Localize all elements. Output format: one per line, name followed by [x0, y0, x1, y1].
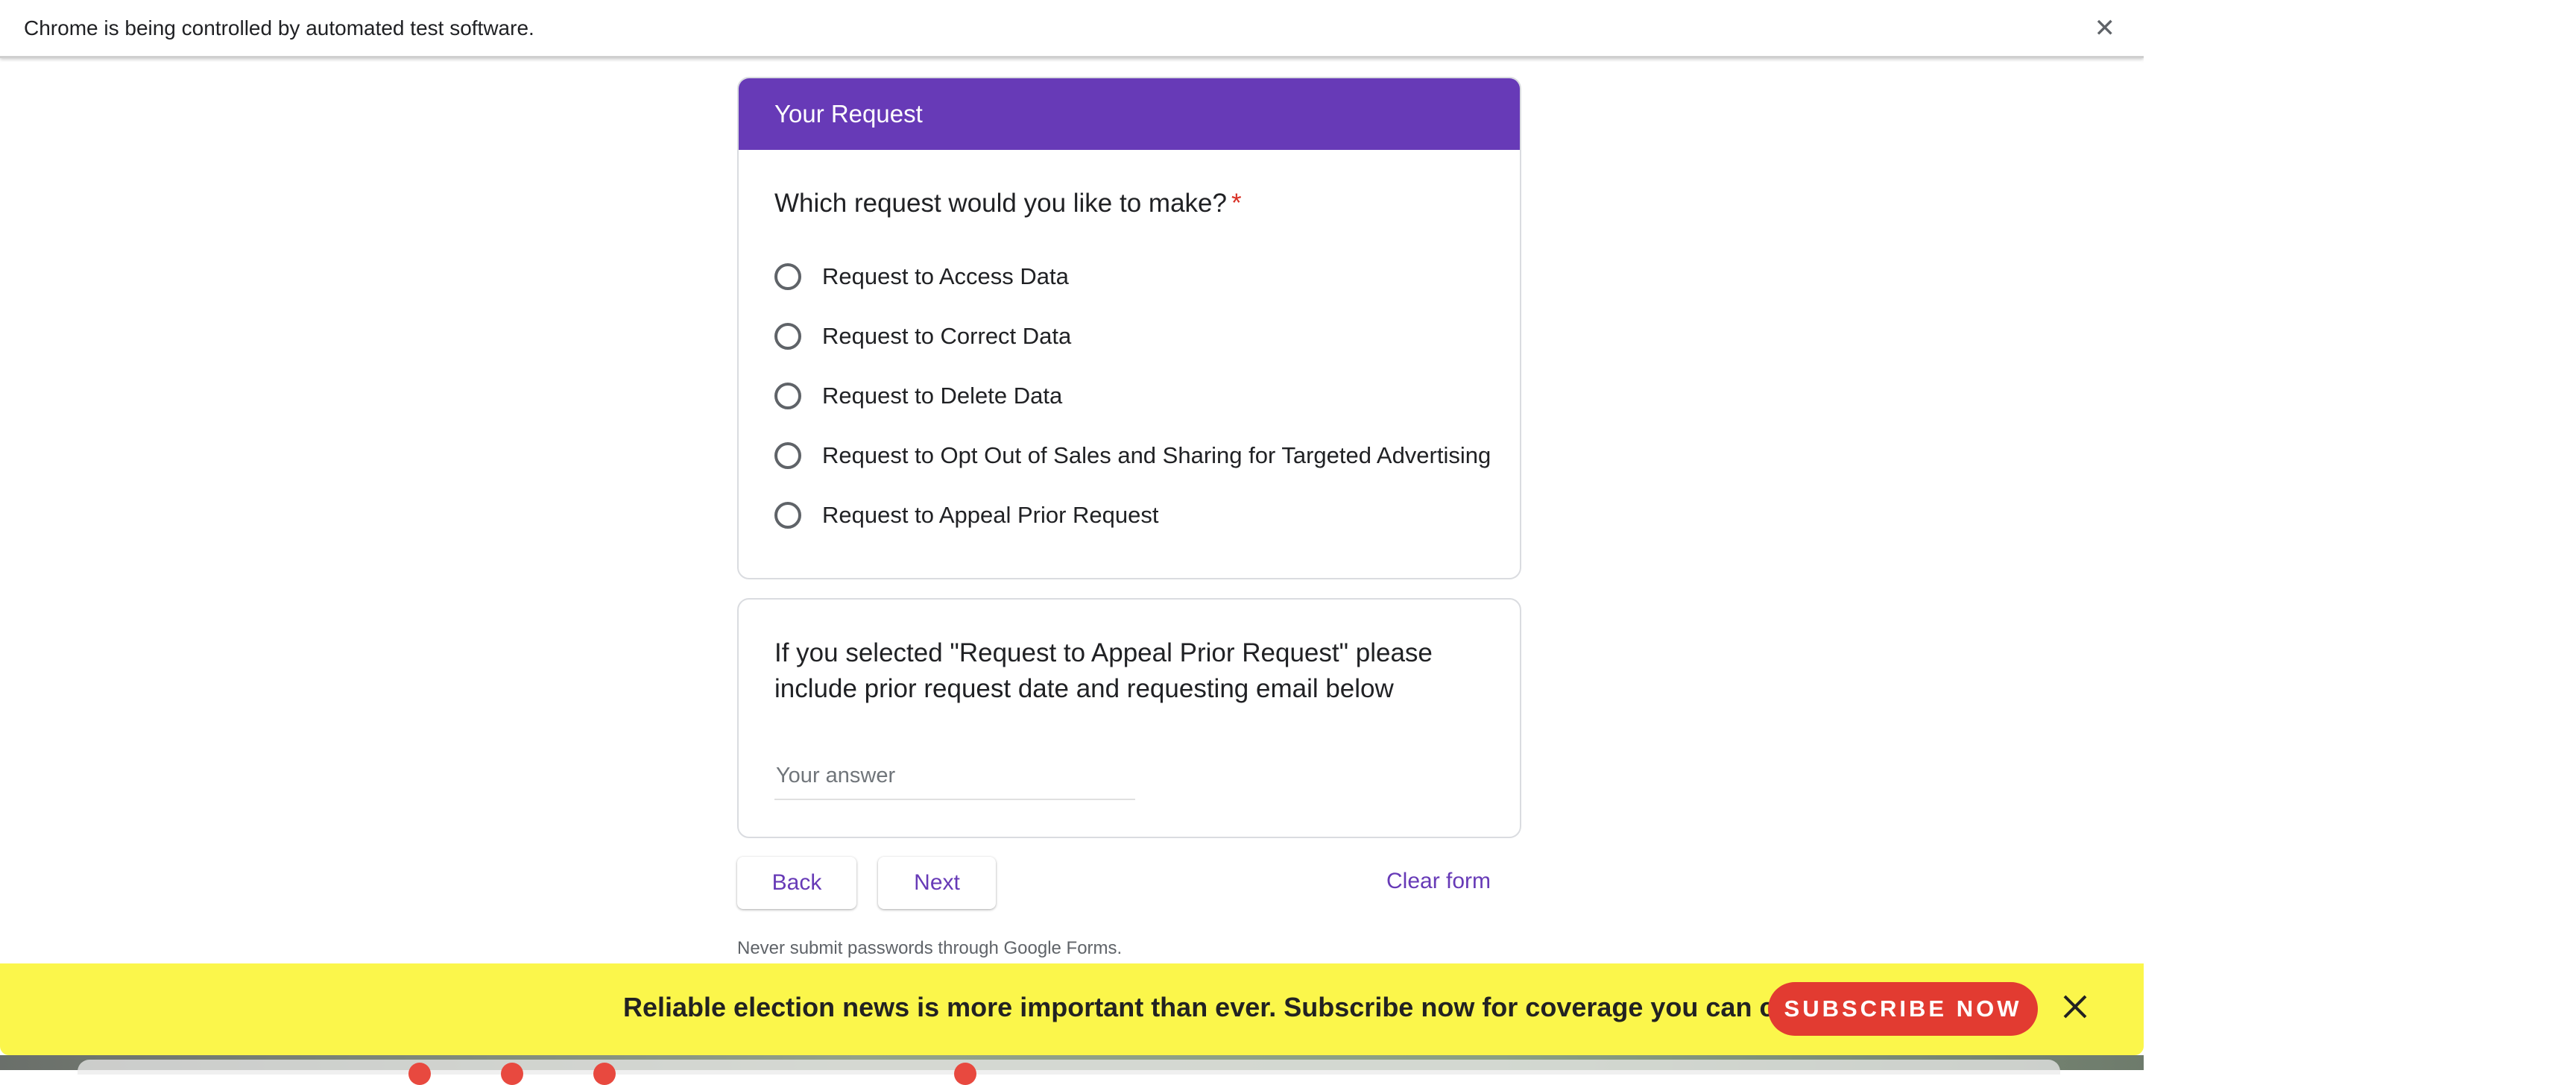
- next-button[interactable]: Next: [878, 857, 996, 909]
- app-icon[interactable]: [408, 1063, 431, 1085]
- option-label: Request to Appeal Prior Request: [822, 502, 1159, 528]
- option-label: Request to Opt Out of Sales and Sharing …: [822, 442, 1491, 468]
- dock: [78, 1060, 2060, 1075]
- required-marker: *: [1231, 189, 1242, 218]
- clear-form-link[interactable]: Clear form: [1386, 869, 1491, 894]
- blank-area: [2144, 0, 2576, 1070]
- appeal-answer-input[interactable]: [774, 752, 1135, 800]
- desktop-dock-strip: [0, 1055, 2144, 1085]
- request-type-card: Your Request Which request would you lik…: [737, 77, 1521, 579]
- radio-button[interactable]: [774, 442, 801, 469]
- automation-message: Chrome is being controlled by automated …: [24, 16, 534, 40]
- close-icon[interactable]: ✕: [2094, 13, 2116, 43]
- radio-button[interactable]: [774, 263, 801, 290]
- option-label: Request to Delete Data: [822, 383, 1063, 409]
- question-text: Which request would you like to make?: [774, 189, 1227, 218]
- option-appeal[interactable]: Request to Appeal Prior Request: [774, 485, 1520, 545]
- option-delete-data[interactable]: Request to Delete Data: [774, 366, 1520, 426]
- radio-group: Request to Access Data Request to Correc…: [774, 247, 1520, 545]
- subscribe-banner: Reliable election news is more important…: [0, 963, 2144, 1055]
- app-icon[interactable]: [954, 1063, 976, 1085]
- radio-button[interactable]: [774, 502, 801, 529]
- app-icon[interactable]: [593, 1063, 616, 1085]
- close-icon[interactable]: [2060, 986, 2090, 1028]
- banner-message: Reliable election news is more important…: [623, 992, 1881, 1022]
- appeal-question-text: If you selected "Request to Appeal Prior…: [774, 638, 1433, 703]
- option-label: Request to Correct Data: [822, 323, 1072, 349]
- option-opt-out[interactable]: Request to Opt Out of Sales and Sharing …: [774, 426, 1520, 485]
- subscribe-button[interactable]: SUBSCRIBE NOW: [1768, 982, 2038, 1036]
- question-title: Which request would you like to make? *: [774, 189, 1520, 218]
- appeal-details-card: If you selected "Request to Appeal Prior…: [737, 598, 1521, 838]
- option-access-data[interactable]: Request to Access Data: [774, 247, 1520, 306]
- automation-infobar: Chrome is being controlled by automated …: [0, 0, 2144, 58]
- option-correct-data[interactable]: Request to Correct Data: [774, 306, 1520, 366]
- back-button[interactable]: Back: [737, 857, 856, 909]
- section-header: Your Request: [739, 78, 1520, 150]
- radio-button[interactable]: [774, 383, 801, 409]
- option-label: Request to Access Data: [822, 263, 1069, 289]
- app-icon[interactable]: [501, 1063, 523, 1085]
- section-title: Your Request: [774, 100, 923, 128]
- radio-button[interactable]: [774, 323, 801, 350]
- password-warning: Never submit passwords through Google Fo…: [737, 938, 1123, 958]
